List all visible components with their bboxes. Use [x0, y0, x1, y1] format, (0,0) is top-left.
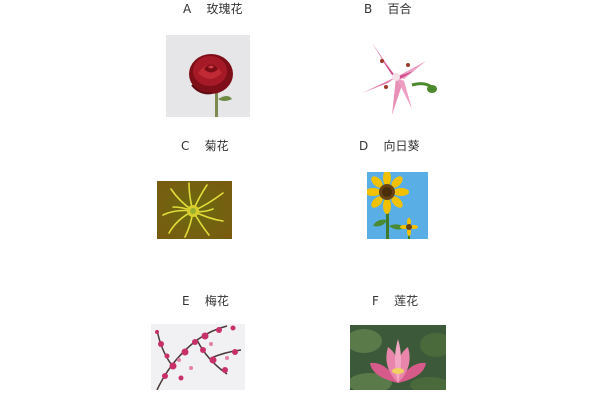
option-c-label: C 菊花: [181, 139, 229, 153]
option-d-letter: D: [359, 139, 369, 153]
option-d-name: 向日葵: [383, 139, 420, 153]
option-f-name: 莲花: [394, 294, 419, 308]
plum-blossom-image: [151, 324, 245, 390]
chrysanthemum-image: [157, 181, 232, 239]
option-e-label: E 梅花: [182, 294, 229, 308]
option-c-name: 菊花: [204, 139, 229, 153]
option-e-name: 梅花: [204, 294, 229, 308]
option-b-label: B 百合: [364, 2, 412, 16]
option-f-label: F 莲花: [372, 294, 418, 308]
lotus-image: [350, 325, 446, 390]
option-b-name: 百合: [387, 2, 412, 16]
option-e-letter: E: [182, 294, 190, 308]
option-d-label: D 向日葵: [359, 139, 420, 153]
lily-image: [352, 35, 442, 117]
option-b-letter: B: [364, 2, 373, 16]
option-c-letter: C: [181, 139, 190, 153]
option-a-label: A 玫瑰花: [183, 2, 243, 16]
option-a-letter: A: [183, 2, 192, 16]
rose-image: [166, 35, 250, 117]
option-a-name: 玫瑰花: [206, 2, 243, 16]
option-f-letter: F: [372, 294, 379, 308]
sunflower-image: [367, 172, 428, 239]
